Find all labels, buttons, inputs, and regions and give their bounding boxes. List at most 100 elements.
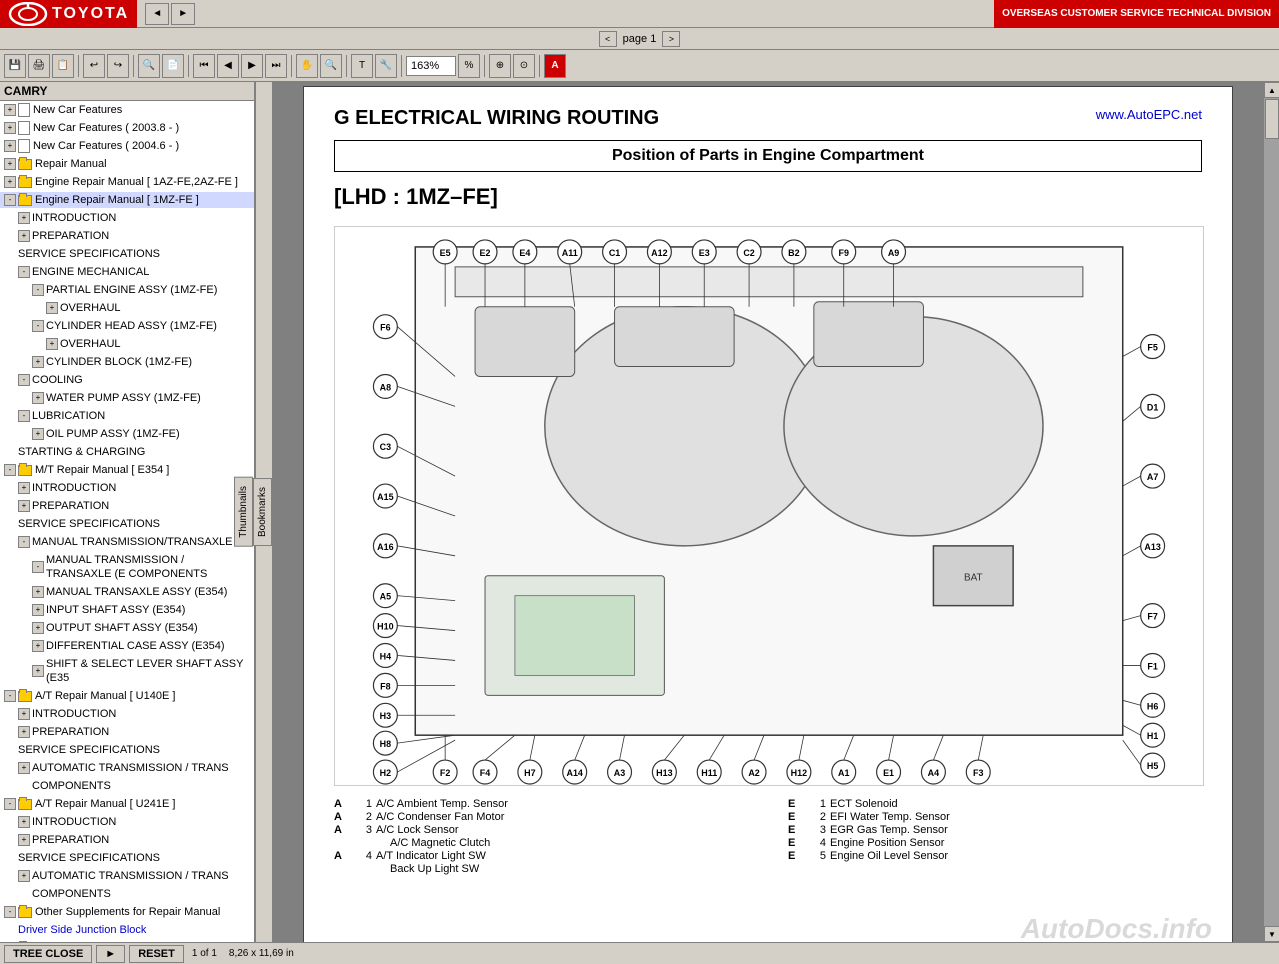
sidebar-item-diff-case[interactable]: +DIFFERENTIAL CASE ASSY (E354) — [0, 637, 254, 655]
sidebar-item-new-car-2004[interactable]: + New Car Features ( 2004.6 - ) — [0, 137, 254, 155]
full-screen-button[interactable]: ⊙ — [513, 54, 535, 78]
sidebar-item-at-intro[interactable]: +INTRODUCTION — [0, 705, 254, 723]
page-layout-button[interactable]: ⊕ — [489, 54, 511, 78]
expand-icon: + — [18, 726, 30, 738]
sidebar-item-water-pump[interactable]: + WATER PUMP ASSY (1MZ-FE) — [0, 389, 254, 407]
reset-button[interactable]: RESET — [129, 945, 184, 963]
sidebar-item-engine-mechanical[interactable]: - ENGINE MECHANICAL — [0, 263, 254, 281]
sidebar-item-at-service[interactable]: SERVICE SPECIFICATIONS — [0, 741, 254, 759]
toolbar-separator-4 — [291, 55, 292, 77]
sidebar-item-cooling[interactable]: - COOLING — [0, 371, 254, 389]
sidebar-item-at2-service[interactable]: SERVICE SPECIFICATIONS — [0, 849, 254, 867]
sidebar-item-at2-intro[interactable]: +INTRODUCTION — [0, 813, 254, 831]
sidebar-item-mt-repair[interactable]: - M/T Repair Manual [ E354 ] — [0, 461, 254, 479]
sidebar-item-partial-engine[interactable]: - PARTIAL ENGINE ASSY (1MZ-FE) — [0, 281, 254, 299]
svg-text:F9: F9 — [839, 248, 849, 258]
first-page-button[interactable]: ⏮ — [193, 54, 215, 78]
copy-button[interactable]: 📋 — [52, 54, 74, 78]
legend-item: A 4 A/T Indicator Light SW — [334, 850, 748, 862]
nav-fwd-button[interactable]: ► — [171, 3, 195, 25]
item-label: AUTOMATIC TRANSMISSION / TRANS — [32, 869, 229, 883]
svg-text:H1: H1 — [1147, 731, 1158, 741]
sidebar-item-mt-components[interactable]: -MANUAL TRANSMISSION / TRANSAXLE (E COMP… — [0, 551, 254, 583]
arrow-button[interactable]: ► — [96, 945, 125, 963]
sidebar-item-cylinder-block[interactable]: + CYLINDER BLOCK (1MZ-FE) — [0, 353, 254, 371]
pan-button[interactable]: ✋ — [296, 54, 318, 78]
find-button[interactable]: 🔍 — [138, 54, 160, 78]
autoepc-link[interactable]: www.AutoEPC.net — [1096, 107, 1202, 122]
scroll-track[interactable] — [1264, 98, 1279, 926]
folder-icon — [18, 691, 32, 702]
page-next-button[interactable]: > — [662, 31, 680, 47]
sidebar-item-at-u241[interactable]: - A/T Repair Manual [ U241E ] — [0, 795, 254, 813]
sidebar-item-at-components[interactable]: COMPONENTS — [0, 777, 254, 795]
folder-icon — [18, 907, 32, 918]
sidebar-item-at2-prep[interactable]: +PREPARATION — [0, 831, 254, 849]
item-label: M/T Repair Manual [ E354 ] — [35, 463, 169, 477]
adobe-button[interactable]: A — [544, 54, 566, 78]
sidebar-item-output-shaft[interactable]: +OUTPUT SHAFT ASSY (E354) — [0, 619, 254, 637]
prev-page-button[interactable]: ◀ — [217, 54, 239, 78]
sidebar-item-new-car[interactable]: + New Car Features — [0, 101, 254, 119]
sidebar-item-engine-1mz[interactable]: - Engine Repair Manual [ 1MZ-FE ] — [0, 191, 254, 209]
next-page-button-tb[interactable]: ▶ — [241, 54, 263, 78]
item-label: CYLINDER BLOCK (1MZ-FE) — [46, 355, 192, 369]
thumbnails-tab[interactable]: Thumbnails — [234, 477, 253, 547]
sidebar-item-other-supplements[interactable]: - Other Supplements for Repair Manual — [0, 903, 254, 921]
scroll-up-button[interactable]: ▲ — [1264, 82, 1279, 98]
scroll-down-button[interactable]: ▼ — [1264, 926, 1279, 942]
sidebar-item-shift-lever[interactable]: +SHIFT & SELECT LEVER SHAFT ASSY (E35 — [0, 655, 254, 687]
sidebar-item-service-specs[interactable]: SERVICE SPECIFICATIONS — [0, 245, 254, 263]
print-button[interactable]: 🖨 — [28, 54, 50, 78]
right-scrollbar[interactable]: ▲ ▼ — [1263, 82, 1279, 942]
page-prev-button[interactable]: < — [599, 31, 617, 47]
sidebar-item-starting[interactable]: STARTING & CHARGING — [0, 443, 254, 461]
sidebar-item-oil-pump[interactable]: + OIL PUMP ASSY (1MZ-FE) — [0, 425, 254, 443]
item-label: DIFFERENTIAL CASE ASSY (E354) — [46, 639, 225, 653]
sidebar-item-driver-junction[interactable]: Driver Side Junction Block — [0, 921, 254, 939]
zoom-percent-button[interactable]: % — [458, 54, 480, 78]
sidebar-item-overhaul2[interactable]: + OVERHAUL — [0, 335, 254, 353]
sidebar-item-lubrication[interactable]: - LUBRICATION — [0, 407, 254, 425]
sidebar-item-at-u140[interactable]: - A/T Repair Manual [ U140E ] — [0, 687, 254, 705]
sidebar-item-engine-1az[interactable]: + Engine Repair Manual [ 1AZ-FE,2AZ-FE ] — [0, 173, 254, 191]
sidebar-item-introduction[interactable]: + INTRODUCTION — [0, 209, 254, 227]
scroll-thumb[interactable] — [1265, 99, 1279, 139]
undo-button[interactable]: ↩ — [83, 54, 105, 78]
legend-num: 3 — [812, 824, 826, 836]
doc-button[interactable]: 📄 — [162, 54, 184, 78]
expand-icon: + — [32, 428, 44, 440]
sidebar-item-repair[interactable]: + Repair Manual — [0, 155, 254, 173]
sidebar-item-cylinder-head[interactable]: - CYLINDER HEAD ASSY (1MZ-FE) — [0, 317, 254, 335]
expand-icon: - — [32, 284, 44, 296]
redo-button[interactable]: ↪ — [107, 54, 129, 78]
legend-key: E — [788, 837, 812, 849]
item-label: INTRODUCTION — [32, 481, 116, 495]
text-tool-button[interactable]: T — [351, 54, 373, 78]
last-page-button[interactable]: ⏭ — [265, 54, 287, 78]
item-label: SERVICE SPECIFICATIONS — [18, 743, 160, 757]
sidebar-item-overhaul1[interactable]: + OVERHAUL — [0, 299, 254, 317]
sidebar-item-at2-components[interactable]: COMPONENTS — [0, 885, 254, 903]
sidebar-item-mt-assy[interactable]: +MANUAL TRANSAXLE ASSY (E354) — [0, 583, 254, 601]
sidebar-item-auto-trans[interactable]: +AUTOMATIC TRANSMISSION / TRANS — [0, 759, 254, 777]
sidebar-item-mt-intro[interactable]: +INTRODUCTION — [0, 479, 254, 497]
sidebar-item-mt-prep[interactable]: +PREPARATION — [0, 497, 254, 515]
legend-item: A/C Magnetic Clutch — [334, 837, 748, 849]
sidebar-item-at-prep[interactable]: +PREPARATION — [0, 723, 254, 741]
nav-back-button[interactable]: ◄ — [145, 3, 169, 25]
save-button[interactable]: 💾 — [4, 54, 26, 78]
sidebar-item-new-car-2003[interactable]: + New Car Features ( 2003.8 - ) — [0, 119, 254, 137]
sidebar-item-manual-trans[interactable]: -MANUAL TRANSMISSION/TRANSAXLE — [0, 533, 254, 551]
sidebar-item-auto-trans2[interactable]: +AUTOMATIC TRANSMISSION / TRANS — [0, 867, 254, 885]
settings-button[interactable]: 🔧 — [375, 54, 397, 78]
tree-close-button[interactable]: TREE CLOSE — [4, 945, 92, 963]
sidebar-item-mt-service[interactable]: SERVICE SPECIFICATIONS — [0, 515, 254, 533]
zoom-in-button[interactable]: 🔍 — [320, 54, 342, 78]
bookmarks-tab[interactable]: Bookmarks — [253, 478, 272, 546]
sidebar-item-ewd[interactable]: - Electrical Wiring Diagram — [0, 939, 254, 942]
item-label: Other Supplements for Repair Manual — [35, 905, 220, 919]
sidebar-item-input-shaft[interactable]: +INPUT SHAFT ASSY (E354) — [0, 601, 254, 619]
sidebar-item-preparation[interactable]: + PREPARATION — [0, 227, 254, 245]
svg-text:A1: A1 — [838, 768, 849, 778]
